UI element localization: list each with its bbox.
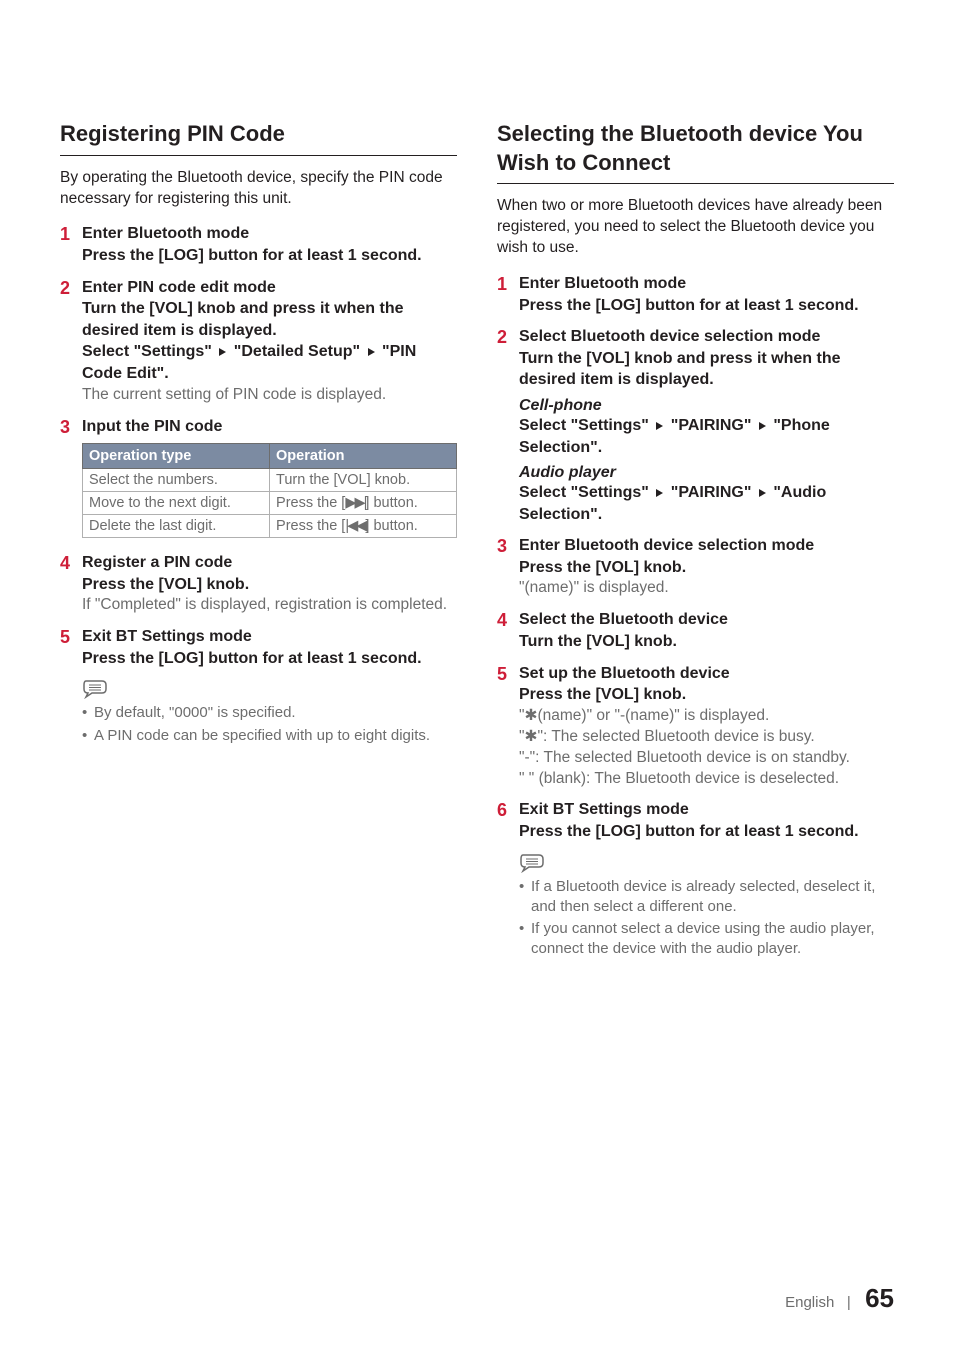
note-item: By default, "0000" is specified. <box>82 703 457 723</box>
step-number: 4 <box>60 552 82 575</box>
operation-table: Operation type Operation Select the numb… <box>82 443 457 538</box>
arrow-right-icon <box>656 489 663 497</box>
left-intro: By operating the Bluetooth device, speci… <box>60 168 457 210</box>
prev-track-icon: |◀◀ <box>345 518 365 534</box>
step-instr: Press the [LOG] button for at least 1 se… <box>82 245 457 267</box>
step-title: Enter PIN code edit mode <box>82 277 457 299</box>
step-note: If "Completed" is displayed, registratio… <box>82 595 457 616</box>
step-result: "-": The selected Bluetooth device is on… <box>519 748 894 769</box>
right-notes: If a Bluetooth device is already selecte… <box>519 877 894 960</box>
step-number: 5 <box>497 663 519 686</box>
step-number: 2 <box>497 326 519 349</box>
step-select: Select "Settings" "PAIRING" "Audio Selec… <box>519 482 894 525</box>
left-step-1: 1 Enter Bluetooth mode Press the [LOG] b… <box>60 223 457 266</box>
arrow-right-icon <box>656 422 663 430</box>
step-instr: Press the [VOL] knob. <box>519 684 894 706</box>
left-step-3: 3 Input the PIN code Operation type Oper… <box>60 416 457 539</box>
footer-sep: | <box>847 1294 851 1311</box>
step-select: Select "Settings" "Detailed Setup" "PIN … <box>82 341 457 384</box>
subhead-cellphone: Cell-phone <box>519 397 894 415</box>
left-title: Registering PIN Code <box>60 120 457 156</box>
table-row: Move to the next digit. Press the [▶▶|] … <box>83 492 457 515</box>
step-title: Exit BT Settings mode <box>82 626 457 648</box>
left-notes: By default, "0000" is specified. A PIN c… <box>82 703 457 746</box>
step-note: "(name)" is displayed. <box>519 578 894 599</box>
arrow-right-icon <box>368 348 375 356</box>
note-item: If you cannot select a device using the … <box>519 919 894 960</box>
step-instr: Turn the [VOL] knob and press it when th… <box>82 298 457 341</box>
step-title: Enter Bluetooth device selection mode <box>519 535 894 557</box>
step-instr: Turn the [VOL] knob and press it when th… <box>519 348 894 391</box>
right-step-3: 3 Enter Bluetooth device selection mode … <box>497 535 894 599</box>
right-step-1: 1 Enter Bluetooth mode Press the [LOG] b… <box>497 273 894 316</box>
note-icon <box>82 679 457 699</box>
step-instr: Press the [LOG] button for at least 1 se… <box>519 821 894 843</box>
step-number: 1 <box>60 223 82 246</box>
step-title: Set up the Bluetooth device <box>519 663 894 685</box>
step-number: 3 <box>60 416 82 439</box>
step-number: 5 <box>60 626 82 649</box>
step-result: " " (blank): The Bluetooth device is des… <box>519 769 894 790</box>
left-step-5: 5 Exit BT Settings mode Press the [LOG] … <box>60 626 457 669</box>
step-number: 1 <box>497 273 519 296</box>
step-title: Exit BT Settings mode <box>519 799 894 821</box>
step-result: "✱": The selected Bluetooth device is bu… <box>519 727 894 748</box>
right-intro: When two or more Bluetooth devices have … <box>497 196 894 259</box>
note-item: A PIN code can be specified with up to e… <box>82 726 457 746</box>
page-number: 65 <box>865 1283 894 1313</box>
right-step-5: 5 Set up the Bluetooth device Press the … <box>497 663 894 790</box>
table-header: Operation type <box>83 444 270 469</box>
right-step-2: 2 Select Bluetooth device selection mode… <box>497 326 894 525</box>
subhead-audioplayer: Audio player <box>519 464 894 482</box>
page-footer: English | 65 <box>785 1283 894 1314</box>
step-instr: Turn the [VOL] knob. <box>519 631 894 653</box>
step-title: Input the PIN code <box>82 416 457 438</box>
step-result: "✱(name)" or "-(name)" is displayed. <box>519 706 894 727</box>
step-instr: Press the [VOL] knob. <box>82 574 457 596</box>
footer-lang: English <box>785 1294 834 1311</box>
right-step-6: 6 Exit BT Settings mode Press the [LOG] … <box>497 799 894 842</box>
step-instr: Press the [LOG] button for at least 1 se… <box>82 648 457 670</box>
table-header: Operation <box>270 444 457 469</box>
step-select: Select "Settings" "PAIRING" "Phone Selec… <box>519 415 894 458</box>
step-title: Enter Bluetooth mode <box>519 273 894 295</box>
step-title: Register a PIN code <box>82 552 457 574</box>
arrow-right-icon <box>219 348 226 356</box>
step-title: Select Bluetooth device selection mode <box>519 326 894 348</box>
step-number: 6 <box>497 799 519 822</box>
step-instr: Press the [VOL] knob. <box>519 557 894 579</box>
table-row: Select the numbers. Turn the [VOL] knob. <box>83 469 457 492</box>
table-row: Delete the last digit. Press the [|◀◀] b… <box>83 515 457 538</box>
next-track-icon: ▶▶| <box>345 495 365 511</box>
step-instr: Press the [LOG] button for at least 1 se… <box>519 295 894 317</box>
left-column: Registering PIN Code By operating the Bl… <box>60 120 457 962</box>
right-title: Selecting the Bluetooth device You Wish … <box>497 120 894 184</box>
arrow-right-icon <box>759 489 766 497</box>
note-item: If a Bluetooth device is already selecte… <box>519 877 894 918</box>
step-title: Enter Bluetooth mode <box>82 223 457 245</box>
step-note: The current setting of PIN code is displ… <box>82 385 457 406</box>
step-title: Select the Bluetooth device <box>519 609 894 631</box>
left-step-4: 4 Register a PIN code Press the [VOL] kn… <box>60 552 457 616</box>
note-icon <box>519 853 894 873</box>
right-step-4: 4 Select the Bluetooth device Turn the [… <box>497 609 894 652</box>
step-number: 4 <box>497 609 519 632</box>
left-step-2: 2 Enter PIN code edit mode Turn the [VOL… <box>60 277 457 406</box>
right-column: Selecting the Bluetooth device You Wish … <box>497 120 894 962</box>
step-number: 3 <box>497 535 519 558</box>
arrow-right-icon <box>759 422 766 430</box>
step-number: 2 <box>60 277 82 300</box>
